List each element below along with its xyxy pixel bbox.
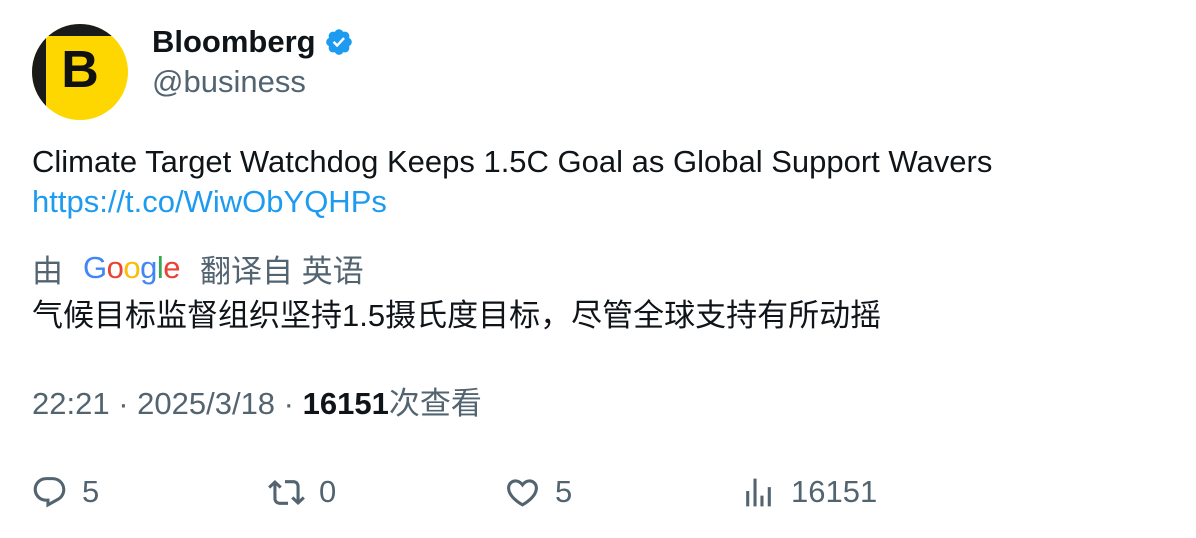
tweet-date[interactable]: 2025/3/18 xyxy=(137,386,275,421)
google-logo[interactable]: Google xyxy=(83,250,181,286)
like-button[interactable]: 5 xyxy=(504,470,572,514)
display-name[interactable]: Bloomberg xyxy=(152,22,316,62)
like-count: 5 xyxy=(555,474,573,509)
tweet-actions: 5 0 5 16151 xyxy=(0,470,1196,514)
author-handle[interactable]: @business xyxy=(152,62,306,102)
avatar[interactable]: B xyxy=(32,24,128,120)
avatar-letter: B xyxy=(61,41,99,99)
tweet-meta: 22:21 · 2025/3/18 · 16151次查看 xyxy=(32,383,482,425)
translation-attribution: 由 Google 翻译自 英语 xyxy=(32,247,364,289)
translation-suffix: 翻译自 英语 xyxy=(200,253,364,289)
views-action-count: 16151 xyxy=(791,474,878,509)
translation-prefix: 由 xyxy=(32,253,63,289)
views-button[interactable]: 16151 xyxy=(740,470,877,514)
reply-count: 5 xyxy=(82,474,100,509)
analytics-icon xyxy=(746,478,771,506)
translated-text: 气候目标监督组织坚持1.5摄氏度目标，尽管全球支持有所动摇 xyxy=(32,298,882,333)
meta-separator: · xyxy=(109,386,138,421)
tweet-body: Climate Target Watchdog Keeps 1.5C Goal … xyxy=(32,142,1172,222)
reply-icon xyxy=(33,476,66,507)
tweet-link[interactable]: https://t.co/WiwObYQHPs xyxy=(32,182,1172,222)
views-label: 次查看 xyxy=(388,386,482,421)
tweet-time[interactable]: 22:21 xyxy=(32,386,110,421)
meta-separator: · xyxy=(275,386,303,421)
google-logo-letter: e xyxy=(163,250,181,285)
retweet-icon xyxy=(268,479,305,505)
views-count: 16151 xyxy=(302,386,389,421)
retweet-count: 0 xyxy=(319,474,337,509)
author-name-row: Bloomberg xyxy=(152,22,354,62)
google-logo-letter: o xyxy=(106,250,124,285)
retweet-button[interactable]: 0 xyxy=(268,470,336,514)
google-logo-letter: o xyxy=(123,250,141,285)
google-logo-letter: G xyxy=(83,250,107,285)
reply-button[interactable]: 5 xyxy=(31,470,99,514)
google-logo-letter: g xyxy=(140,250,157,285)
heart-icon xyxy=(507,478,538,507)
verified-badge-icon[interactable] xyxy=(324,27,354,57)
tweet-text: Climate Target Watchdog Keeps 1.5C Goal … xyxy=(32,144,993,179)
